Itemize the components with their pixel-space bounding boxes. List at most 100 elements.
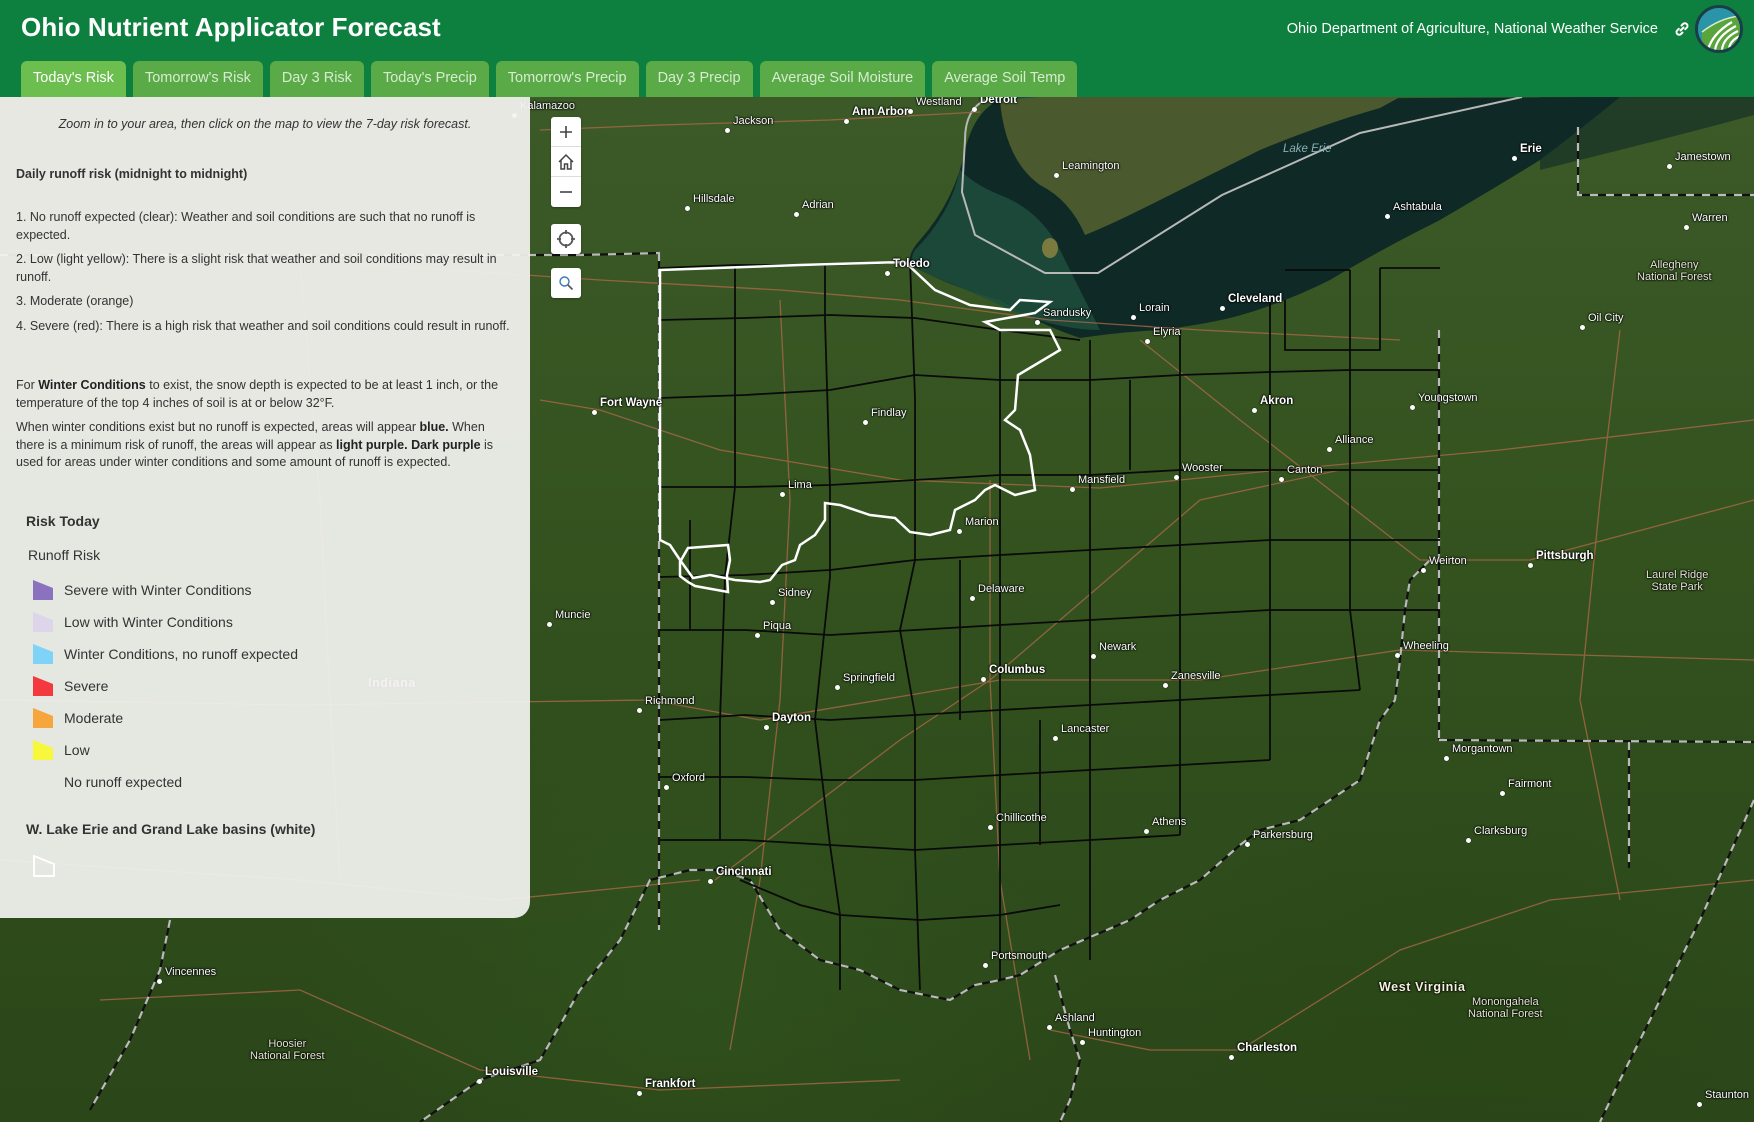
city-label: Jamestown xyxy=(1675,151,1731,163)
intro-instructions: Zoom in to your area, then click on the … xyxy=(58,117,472,131)
legend-swatch xyxy=(33,772,53,792)
risk-description-item: 4. Severe (red): There is a high risk th… xyxy=(16,318,510,333)
tab-tomorrows-risk[interactable]: Tomorrow's Risk xyxy=(132,61,263,97)
city-label: Weirton xyxy=(1429,555,1467,567)
region-label: Monongahela National Forest xyxy=(1468,996,1543,1020)
city-marker xyxy=(885,271,890,276)
winter-definition: For Winter Conditions to exist, the snow… xyxy=(16,378,499,410)
tab-day3-precip[interactable]: Day 3 Precip xyxy=(645,61,753,97)
city-marker xyxy=(592,410,597,415)
region-label: Hoosier National Forest xyxy=(250,1038,325,1062)
tab-day3-risk[interactable]: Day 3 Risk xyxy=(269,61,364,97)
city-marker xyxy=(1220,306,1225,311)
city-marker xyxy=(1395,653,1400,658)
risk-description-item: 1. No runoff expected (clear): Weather a… xyxy=(16,210,476,242)
city-label: Oxford xyxy=(672,772,706,784)
basin-outline-swatch-icon xyxy=(33,855,55,877)
city-label: Richmond xyxy=(645,695,695,707)
city-label: Zanesville xyxy=(1171,670,1221,682)
city-label: Cleveland xyxy=(1228,293,1283,305)
city-marker xyxy=(1667,164,1672,169)
city-label: Fort Wayne xyxy=(600,397,663,409)
zoom-in-icon xyxy=(560,125,572,138)
city-marker xyxy=(835,685,840,690)
city-label: Ann Arbor xyxy=(852,106,909,118)
city-label: Detroit xyxy=(980,97,1018,106)
legend-item-low: Low xyxy=(33,734,298,766)
city-marker xyxy=(685,206,690,211)
winter-conditions-text: For Winter Conditions to exist, the snow… xyxy=(16,377,516,479)
locate-crosshair-icon xyxy=(557,230,575,248)
zoom-out-button[interactable] xyxy=(551,177,581,207)
state-label: West Virginia xyxy=(1379,980,1466,994)
farm-field-logo-icon xyxy=(1695,5,1743,53)
city-marker xyxy=(972,107,977,112)
zoom-in-button[interactable] xyxy=(551,117,581,147)
city-label: Akron xyxy=(1260,395,1294,407)
city-marker xyxy=(970,596,975,601)
legend-item-no-runoff: No runoff expected xyxy=(33,766,298,798)
city-label: Piqua xyxy=(763,620,792,632)
city-label: Portsmouth xyxy=(991,950,1048,962)
city-marker xyxy=(1174,475,1179,480)
city-label: Dayton xyxy=(772,712,811,724)
city-marker xyxy=(1144,829,1149,834)
city-marker xyxy=(1229,1055,1234,1060)
legend-title: Risk Today xyxy=(26,513,100,529)
city-marker xyxy=(637,1091,642,1096)
legend-item-low-winter: Low with Winter Conditions xyxy=(33,606,298,638)
city-label: Athens xyxy=(1152,816,1187,828)
city-label: Wheeling xyxy=(1403,640,1449,652)
city-marker xyxy=(1054,173,1059,178)
city-marker xyxy=(1500,791,1505,796)
legend-item-winter-no-runoff: Winter Conditions, no runoff expected xyxy=(33,638,298,670)
city-label: Columbus xyxy=(989,664,1046,676)
city-label: Adrian xyxy=(802,199,834,211)
city-marker xyxy=(1252,408,1257,413)
pelee-island xyxy=(1042,238,1058,258)
city-label: Huntington xyxy=(1088,1027,1142,1039)
app-title: Ohio Nutrient Applicator Forecast xyxy=(21,12,441,42)
tab-average-soil-temp[interactable]: Average Soil Temp xyxy=(932,61,1078,97)
locate-button[interactable] xyxy=(551,224,581,254)
city-marker xyxy=(908,109,913,114)
city-marker xyxy=(770,600,775,605)
legend-items: Severe with Winter Conditions Low with W… xyxy=(33,574,298,798)
city-marker xyxy=(957,529,962,534)
city-marker xyxy=(1466,838,1471,843)
city-marker xyxy=(764,725,769,730)
risk-description-list: 1. No runoff expected (clear): Weather a… xyxy=(16,209,516,342)
city-label: Findlay xyxy=(871,407,907,419)
city-label: Marion xyxy=(965,516,999,528)
city-marker xyxy=(1410,405,1415,410)
home-icon xyxy=(558,153,574,170)
search-button[interactable] xyxy=(551,268,581,298)
city-marker xyxy=(755,633,760,638)
region-label: Allegheny National Forest xyxy=(1637,259,1712,283)
legend-swatch xyxy=(33,708,53,728)
region-label: Laurel Ridge State Park xyxy=(1646,569,1709,593)
legend-swatch xyxy=(33,740,53,760)
tab-todays-risk[interactable]: Today's Risk xyxy=(21,61,126,97)
city-label: Jackson xyxy=(733,115,774,127)
city-marker xyxy=(780,492,785,497)
home-button[interactable] xyxy=(551,147,581,177)
city-label: Hillsdale xyxy=(693,193,735,205)
zoom-control-group xyxy=(551,117,581,207)
city-label: Vincennes xyxy=(165,966,217,978)
legend-swatch xyxy=(33,676,53,696)
runoff-risk-heading: Daily runoff risk (midnight to midnight) xyxy=(16,167,248,181)
tab-tomorrows-precip[interactable]: Tomorrow's Precip xyxy=(495,61,639,97)
tab-average-soil-moisture[interactable]: Average Soil Moisture xyxy=(759,61,926,97)
city-marker xyxy=(1080,1040,1085,1045)
tab-todays-precip[interactable]: Today's Precip xyxy=(370,61,489,97)
city-marker xyxy=(981,677,986,682)
legend-panel: Zoom in to your area, then click on the … xyxy=(0,97,530,918)
city-marker xyxy=(1091,654,1096,659)
city-label: Erie xyxy=(1520,143,1542,155)
city-label: Mansfield xyxy=(1078,474,1126,486)
city-marker xyxy=(157,979,162,984)
city-label: Warren xyxy=(1692,212,1728,224)
link-icon[interactable] xyxy=(1672,19,1692,39)
city-marker xyxy=(1327,447,1332,452)
